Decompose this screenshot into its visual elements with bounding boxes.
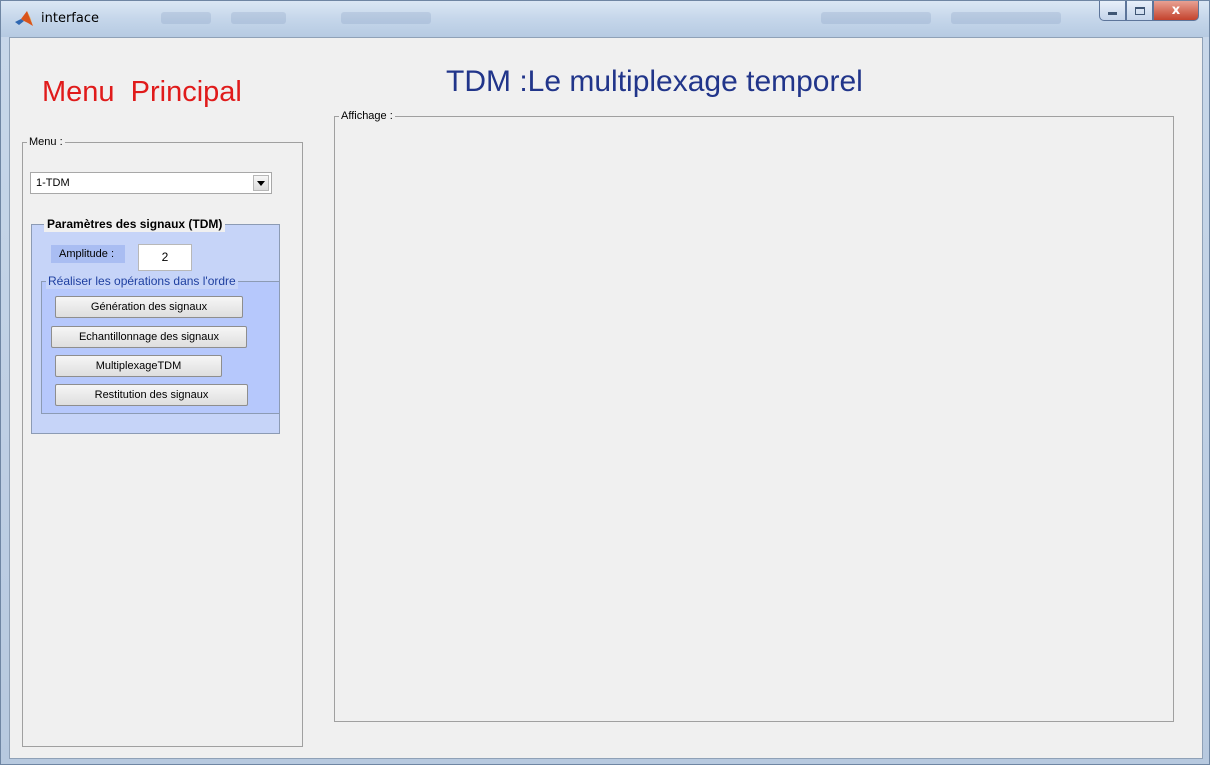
amplitude-label: Amplitude :: [51, 245, 125, 263]
menu-select[interactable]: 1-TDM: [30, 172, 272, 194]
menu-panel-label: Menu :: [27, 135, 65, 149]
blurred-menu-item: [161, 12, 211, 24]
app-window: interface x Menu Principal TDM :Le multi…: [0, 0, 1210, 765]
window-controls: x: [1099, 1, 1199, 21]
main-title: TDM :Le multiplexage temporel: [446, 65, 863, 98]
window-title: interface: [41, 11, 99, 26]
close-button[interactable]: x: [1153, 1, 1199, 21]
menu-title: Menu Principal: [42, 76, 242, 108]
signal-params-label: Paramètres des signaux (TDM): [44, 217, 226, 232]
minimize-button[interactable]: [1099, 1, 1126, 21]
maximize-icon: [1134, 6, 1145, 15]
display-panel-label: Affichage :: [339, 109, 395, 123]
generate-signals-button[interactable]: Génération des signaux: [55, 296, 243, 318]
restore-signals-button[interactable]: Restitution des signaux: [55, 384, 248, 406]
matlab-icon: [15, 11, 33, 26]
operations-label: Réaliser les opérations dans l'ordre: [46, 274, 238, 289]
close-icon: x: [1171, 3, 1181, 18]
operations-panel: Réaliser les opérations dans l'ordre Gén…: [41, 274, 280, 414]
blurred-menu-item: [341, 12, 431, 24]
blurred-toolbar: [951, 12, 1061, 24]
title-bar[interactable]: interface x: [1, 1, 1209, 37]
signal-params-panel: Paramètres des signaux (TDM) Amplitude :…: [31, 217, 280, 434]
display-panel: Affichage :: [334, 109, 1174, 722]
sample-signals-button[interactable]: Echantillonnage des signaux: [51, 326, 247, 348]
minimize-icon: [1108, 12, 1117, 15]
maximize-button[interactable]: [1126, 1, 1153, 21]
menu-select-value: 1-TDM: [36, 177, 70, 189]
dropdown-arrow-button[interactable]: [253, 175, 269, 191]
chevron-down-icon: [257, 180, 265, 186]
amplitude-input[interactable]: 2: [138, 244, 192, 271]
multiplex-tdm-button[interactable]: MultiplexageTDM: [55, 355, 222, 377]
blurred-toolbar: [821, 12, 931, 24]
blurred-menu-item: [231, 12, 286, 24]
